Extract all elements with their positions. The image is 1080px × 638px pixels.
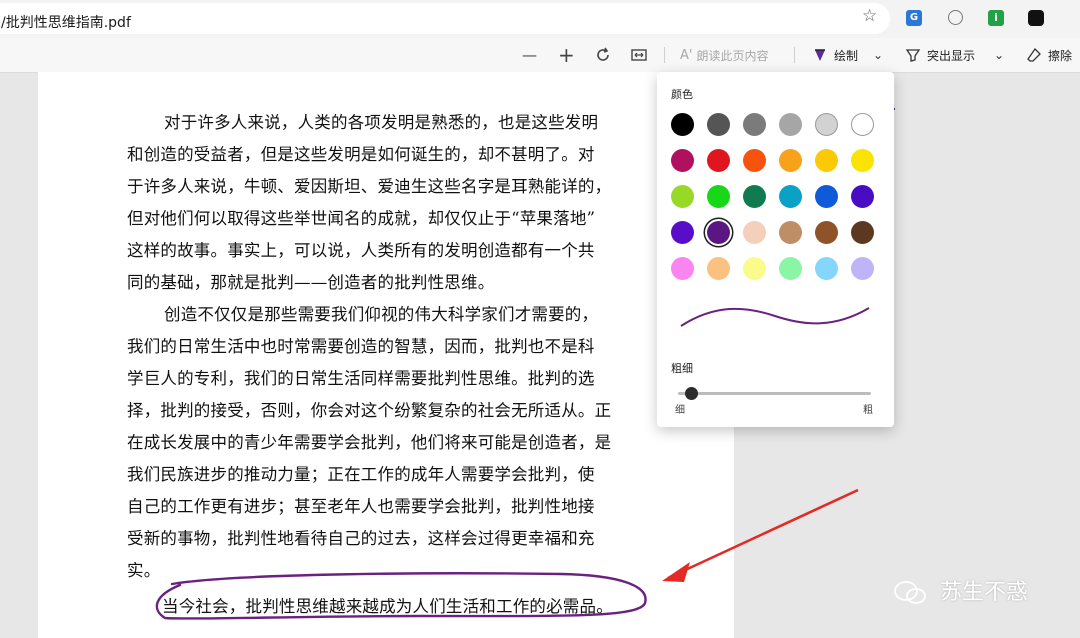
ink-circle [155, 572, 647, 620]
color-swatch[interactable] [743, 149, 766, 172]
color-swatch[interactable] [707, 221, 730, 244]
color-swatch[interactable] [671, 113, 694, 136]
color-label: 颜色 [671, 88, 693, 101]
color-swatch[interactable] [851, 257, 874, 280]
color-swatch[interactable] [815, 257, 838, 280]
color-swatch[interactable] [743, 113, 766, 136]
color-swatch[interactable] [671, 257, 694, 280]
stroke-preview [680, 307, 870, 327]
color-swatch[interactable] [707, 113, 730, 136]
thickness-slider-track[interactable] [678, 392, 871, 395]
color-swatch[interactable] [743, 185, 766, 208]
color-swatch[interactable] [671, 185, 694, 208]
color-swatch[interactable] [851, 113, 874, 136]
color-swatch[interactable] [851, 185, 874, 208]
color-swatch[interactable] [707, 257, 730, 280]
color-swatch[interactable] [851, 149, 874, 172]
color-swatch[interactable] [743, 257, 766, 280]
watermark-text: 苏生不惑 [940, 580, 1029, 605]
wechat-icon [894, 581, 926, 604]
arrow-line [667, 488, 859, 580]
color-swatch[interactable] [815, 149, 838, 172]
color-swatch[interactable] [779, 149, 802, 172]
color-swatch[interactable] [815, 185, 838, 208]
arrow-head [662, 562, 690, 582]
ink-annotations [155, 488, 859, 620]
thick-label: 粗 [863, 405, 873, 416]
thickness-slider-knob[interactable] [684, 387, 698, 400]
color-swatch[interactable] [671, 221, 694, 244]
thin-label: 细 [675, 405, 685, 416]
draw-settings-panel: 颜色 粗细 细 粗 [657, 72, 894, 427]
color-swatch[interactable] [851, 221, 874, 244]
watermark: 苏生不惑 [893, 574, 1028, 606]
color-swatch[interactable] [815, 221, 838, 244]
color-swatch[interactable] [707, 185, 730, 208]
color-swatch[interactable] [779, 257, 802, 280]
color-swatch[interactable] [671, 149, 694, 172]
thickness-label: 粗细 [671, 362, 693, 375]
color-swatch[interactable] [779, 113, 802, 136]
color-swatch[interactable] [779, 185, 802, 208]
color-swatch[interactable] [707, 149, 730, 172]
color-swatch[interactable] [815, 113, 838, 136]
color-swatch[interactable] [743, 221, 766, 244]
color-swatch[interactable] [779, 221, 802, 244]
